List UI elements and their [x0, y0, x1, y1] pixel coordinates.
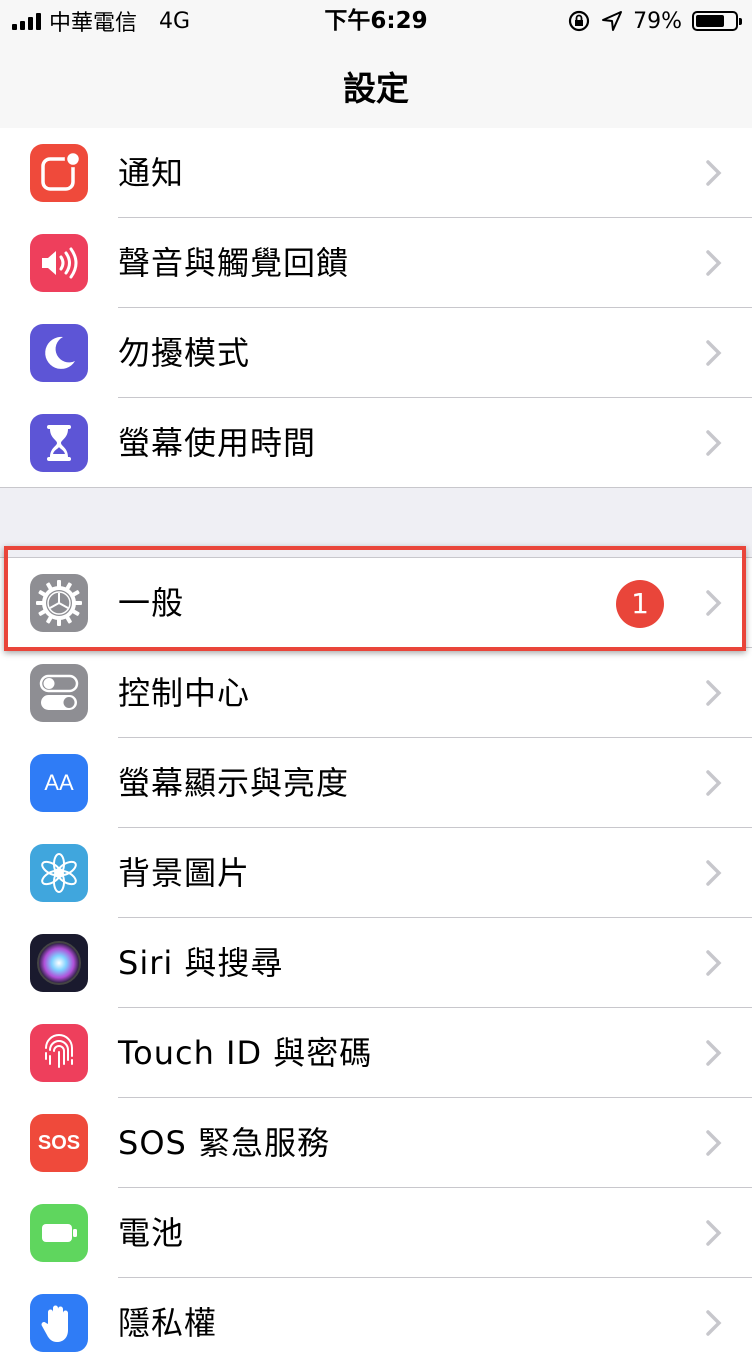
settings-row-label: 螢幕使用時間	[118, 424, 317, 462]
battery-icon	[30, 1204, 88, 1262]
settings-row-label: Siri 與搜尋	[118, 944, 284, 982]
hourglass-icon	[30, 414, 88, 472]
settings-row-wallpaper[interactable]: 背景圖片	[0, 828, 752, 918]
chevron-right-icon	[706, 1220, 722, 1246]
sound-icon	[30, 234, 88, 292]
chevron-right-icon	[706, 1130, 722, 1156]
status-right: 79%	[567, 6, 742, 36]
settings-row-sounds[interactable]: 聲音與觸覺回饋	[0, 218, 752, 308]
chevron-right-icon	[706, 430, 722, 456]
sos-icon: SOS	[30, 1114, 88, 1172]
text-size-icon-label: AA	[44, 770, 74, 795]
fingerprint-icon	[30, 1024, 88, 1082]
chevron-right-icon	[706, 1310, 722, 1336]
siri-icon	[30, 934, 88, 992]
settings-row-notifications[interactable]: 通知	[0, 128, 752, 218]
settings-row-label: 聲音與觸覺回饋	[118, 244, 350, 282]
settings-group-2: 一般 1 控制中心 AA 螢幕顯示與亮度 背景圖片 Siri 與搜尋 Touch…	[0, 558, 752, 1368]
status-bar: 中華電信 4G 下午6:29 79%	[0, 0, 752, 42]
battery-percent: 79%	[633, 8, 682, 34]
settings-row-label: 電池	[118, 1214, 185, 1252]
settings-row-emergency-sos[interactable]: SOS SOS 緊急服務	[0, 1098, 752, 1188]
sos-icon-label: SOS	[37, 1131, 81, 1154]
highlight-box	[4, 546, 746, 651]
chevron-right-icon	[706, 860, 722, 886]
chevron-right-icon	[706, 680, 722, 706]
rotation-lock-icon	[568, 10, 590, 32]
notifications-icon	[30, 144, 88, 202]
settings-row-label: Touch ID 與密碼	[118, 1034, 373, 1072]
settings-row-label: 隱私權	[118, 1304, 218, 1342]
chevron-right-icon	[706, 160, 722, 186]
battery-status-icon	[692, 11, 742, 31]
settings-row-battery[interactable]: 電池	[0, 1188, 752, 1278]
settings-row-label: SOS 緊急服務	[118, 1124, 330, 1162]
text-size-icon: AA	[30, 754, 88, 812]
page-title: 設定	[343, 69, 409, 108]
settings-row-display-brightness[interactable]: AA 螢幕顯示與亮度	[0, 738, 752, 828]
settings-row-screen-time[interactable]: 螢幕使用時間	[0, 398, 752, 488]
chevron-right-icon	[706, 1040, 722, 1066]
settings-row-label: 背景圖片	[118, 854, 251, 892]
chevron-right-icon	[706, 340, 722, 366]
settings-row-label: 通知	[118, 154, 185, 192]
settings-group-1: 通知 聲音與觸覺回饋 勿擾模式 螢幕使用時間	[0, 128, 752, 488]
settings-row-privacy[interactable]: 隱私權	[0, 1278, 752, 1368]
toggle-icon	[30, 664, 88, 722]
settings-row-label: 勿擾模式	[118, 334, 251, 372]
settings-row-label: 控制中心	[118, 674, 251, 712]
hand-icon	[30, 1294, 88, 1352]
settings-row-siri-search[interactable]: Siri 與搜尋	[0, 918, 752, 1008]
chevron-right-icon	[706, 950, 722, 976]
flower-icon	[30, 844, 88, 902]
settings-row-label: 螢幕顯示與亮度	[118, 764, 350, 802]
settings-row-control-center[interactable]: 控制中心	[0, 648, 752, 738]
settings-row-do-not-disturb[interactable]: 勿擾模式	[0, 308, 752, 398]
location-icon	[602, 11, 623, 31]
moon-icon	[30, 324, 88, 382]
chevron-right-icon	[706, 770, 722, 796]
navigation-bar: 設定	[0, 42, 752, 129]
chevron-right-icon	[706, 250, 722, 276]
settings-row-touch-id-passcode[interactable]: Touch ID 與密碼	[0, 1008, 752, 1098]
